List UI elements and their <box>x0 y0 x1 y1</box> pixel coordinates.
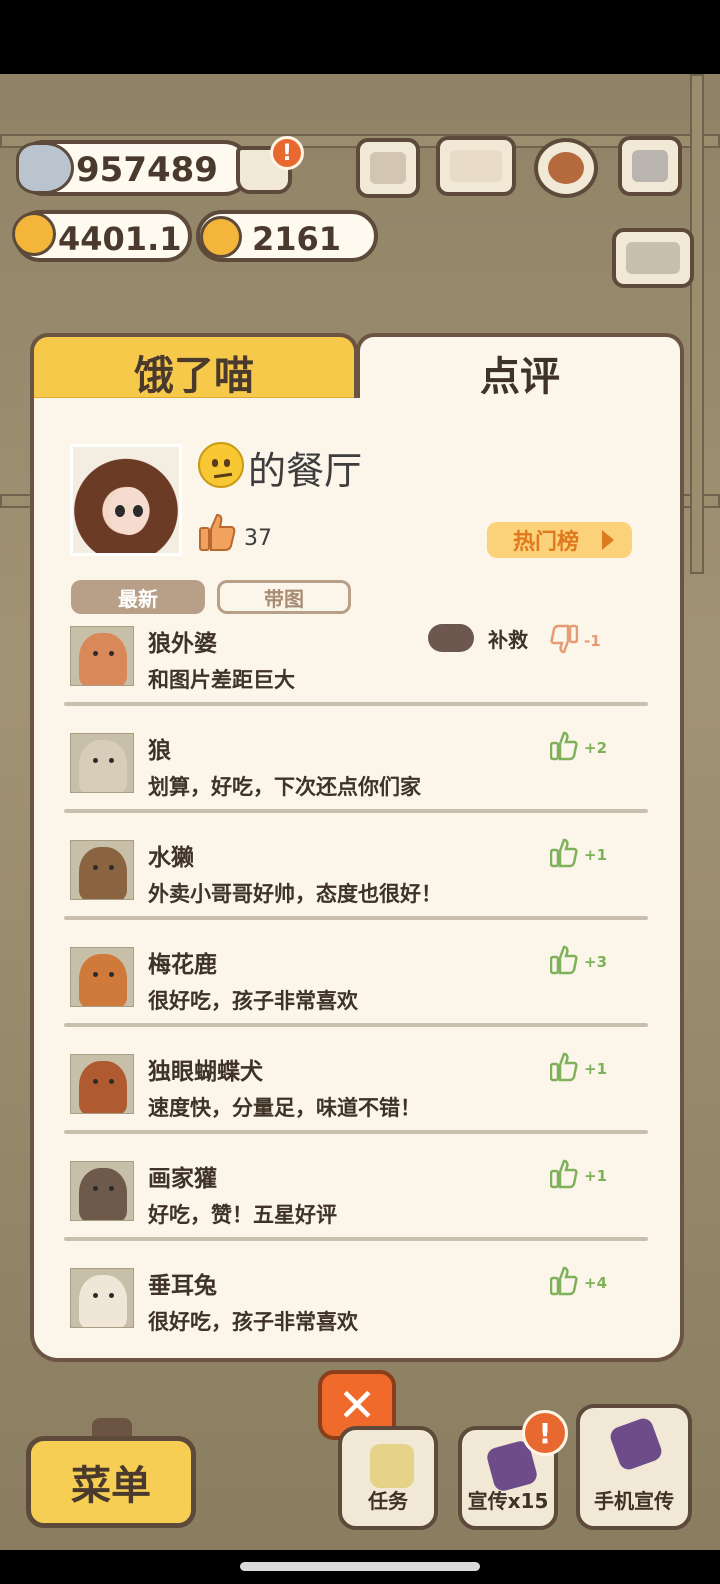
reviewer-name: 垂耳兔 <box>148 1273 217 1299</box>
fish-icon <box>16 142 74 194</box>
reviewer-avatar <box>70 1054 134 1114</box>
filter-newest[interactable]: 最新 <box>71 580 205 614</box>
review-text: 速度快，分量足，味道不错！ <box>148 1096 421 1120</box>
divider <box>64 809 648 813</box>
thumbs-down-icon <box>550 624 578 654</box>
animal-icon <box>79 954 127 1006</box>
star-count: 4401.1 <box>58 220 182 258</box>
phone-promo-label: 手机宣传 <box>594 1489 674 1513</box>
review-text: 外卖小哥哥好帅，态度也很好！ <box>148 882 442 906</box>
raised-eyebrow-emoji-icon <box>198 442 244 488</box>
thumbs-up-icon <box>550 838 578 868</box>
menu-button[interactable]: 菜单 <box>26 1436 196 1528</box>
list-item: 独眼蝴蝶犬 速度快，分量足，味道不错！ +1 <box>64 1050 650 1157</box>
reviewer-name: 水獭 <box>148 845 194 871</box>
animal-icon <box>79 633 127 685</box>
restaurant-name: 的餐厅 <box>248 449 363 493</box>
phone-icon <box>607 1415 665 1473</box>
star-icon <box>12 212 56 256</box>
animal-icon <box>79 740 127 792</box>
promote-alert-badge: ! <box>522 1410 568 1456</box>
review-text: 好吃，赞！五星好评 <box>148 1203 337 1227</box>
paw-book-icon[interactable] <box>436 136 516 196</box>
reviewer-name: 狼外婆 <box>148 631 217 657</box>
like-count: 37 <box>244 526 272 551</box>
hot-list-label: 热门榜 <box>513 530 580 555</box>
thumbs-up-icon <box>550 1052 578 1082</box>
reviewer-avatar <box>70 947 134 1007</box>
reviewer-name: 画家獾 <box>148 1166 217 1192</box>
list-item: 水獭 外卖小哥哥好帅，态度也很好！ +1 <box>64 836 650 943</box>
animal-icon <box>79 847 127 899</box>
score-delta: +2 <box>584 739 608 757</box>
score-delta: +1 <box>584 1167 608 1185</box>
home-gesture-handle[interactable] <box>240 1562 480 1571</box>
list-item: 狼 划算，好吃，下次还点你们家 +2 <box>64 729 650 836</box>
divider <box>64 1023 648 1027</box>
phone-promo-button[interactable]: 手机宣传 <box>576 1404 692 1530</box>
thumbs-up-icon <box>550 1159 578 1189</box>
remedy-button[interactable]: 补救 <box>488 624 528 653</box>
animal-icon <box>79 1168 127 1220</box>
thumbs-up-icon <box>199 513 236 551</box>
bell-count: 2161 <box>252 220 342 258</box>
status-bar <box>0 0 720 74</box>
list-item: 梅花鹿 很好吃，孩子非常喜欢 +3 <box>64 943 650 1050</box>
review-text: 很好吃，孩子非常喜欢 <box>148 1310 358 1332</box>
promote-label: 宣传x15 <box>467 1489 549 1513</box>
reviewer-avatar <box>70 1268 134 1328</box>
divider <box>64 702 648 706</box>
owner-avatar <box>70 444 182 556</box>
star-currency[interactable]: 4401.1 <box>12 210 192 262</box>
fish-count: 957489 <box>76 150 218 190</box>
review-text: 和图片差距巨大 <box>148 668 295 692</box>
reviewer-avatar <box>70 733 134 793</box>
divider <box>64 1237 648 1241</box>
bell-currency[interactable]: 2161 <box>196 210 378 262</box>
list-item: 狼外婆 和图片差距巨大 补救 -1 <box>64 622 650 729</box>
cart-alert-badge: ! <box>270 136 304 170</box>
tab-hungry-meow[interactable]: 饿了喵 <box>30 333 358 407</box>
score-delta: +1 <box>584 846 608 864</box>
score-delta: +1 <box>584 1060 608 1078</box>
thumbs-up-icon <box>550 731 578 761</box>
checkmark-icon <box>370 1444 414 1488</box>
reviewer-avatar <box>70 626 134 686</box>
tasks-label: 任务 <box>368 1489 408 1513</box>
bell-icon <box>200 216 242 258</box>
play-arrow-icon <box>602 530 614 550</box>
fish-currency[interactable]: 957489 <box>16 140 252 196</box>
thumbs-up-icon <box>550 945 578 975</box>
newspaper-icon[interactable] <box>356 138 420 198</box>
score-delta: +3 <box>584 953 608 971</box>
reviewer-avatar <box>70 1161 134 1221</box>
score-delta: +4 <box>584 1274 608 1292</box>
shop-icon[interactable] <box>618 136 682 196</box>
reviewer-name: 梅花鹿 <box>148 952 217 978</box>
animal-icon <box>79 1275 127 1327</box>
tasks-button[interactable]: 任务 <box>338 1426 438 1530</box>
thumbs-up-icon <box>550 1266 578 1296</box>
reviewer-avatar <box>70 840 134 900</box>
gear-icon[interactable] <box>534 138 598 198</box>
divider <box>64 916 648 920</box>
reviewer-name: 独眼蝴蝶犬 <box>148 1059 263 1085</box>
sort-toggle-icon[interactable] <box>612 228 694 288</box>
hot-list-button[interactable]: 热门榜 <box>487 522 632 558</box>
review-text: 很好吃，孩子非常喜欢 <box>148 989 358 1013</box>
list-item: 画家獾 好吃，赞！五星好评 +1 <box>64 1157 650 1264</box>
review-list[interactable]: 狼外婆 和图片差距巨大 补救 -1 狼 划算，好吃，下次还点你们家 +2 水獭 … <box>64 622 650 1332</box>
filter-with-pictures[interactable]: 带图 <box>217 580 351 614</box>
divider <box>64 1130 648 1134</box>
score-delta: -1 <box>584 632 601 650</box>
list-item: 垂耳兔 很好吃，孩子非常喜欢 +4 <box>64 1264 650 1332</box>
animal-icon <box>79 1061 127 1113</box>
speech-check-icon[interactable] <box>428 624 474 652</box>
reviewer-name: 狼 <box>148 738 171 764</box>
review-text: 划算，好吃，下次还点你们家 <box>148 775 421 799</box>
